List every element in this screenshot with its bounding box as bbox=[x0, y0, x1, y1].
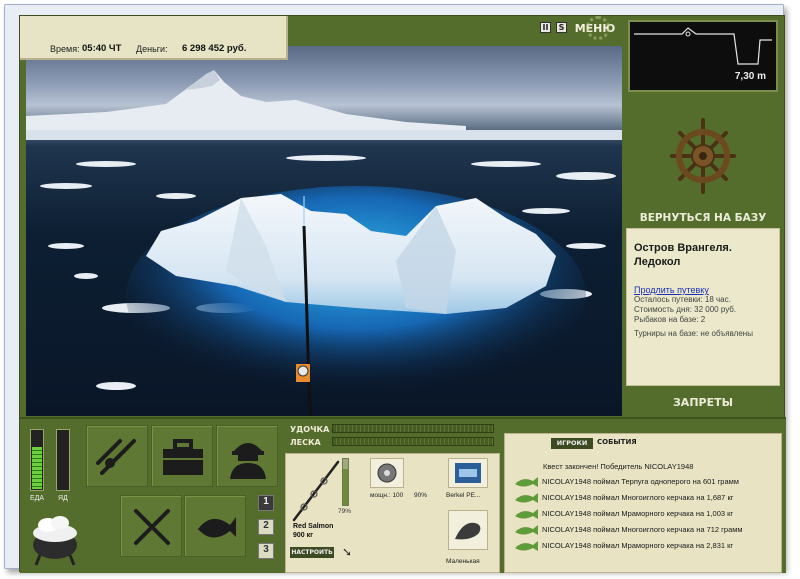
feed-item: NICOLAY1948 поймал Многоиглого керчака н… bbox=[513, 490, 779, 506]
fishing-scene[interactable] bbox=[26, 46, 622, 416]
setup-button[interactable]: НАСТРОИТЬ bbox=[290, 547, 334, 558]
tab-players[interactable]: ИГРОКИ bbox=[551, 438, 593, 449]
poison-meter bbox=[56, 429, 70, 491]
cursor-arrow-icon: ➘ bbox=[342, 545, 353, 559]
quest-message: Квест закончен! Победитель NICOLAY1948 bbox=[543, 462, 694, 471]
reel-slot[interactable] bbox=[370, 458, 404, 488]
catch-button[interactable] bbox=[184, 495, 246, 557]
line-tension-label: ЛЕСКА bbox=[290, 438, 321, 447]
food-label: ЕДА bbox=[30, 495, 45, 502]
feed-item-text: NICOLAY1948 поймал Терпуга одноперого на… bbox=[542, 477, 739, 486]
game-area: Время: 05:40 ЧТ Деньги: 6 298 452 руб. I… bbox=[19, 15, 786, 573]
tackle-box-button[interactable] bbox=[151, 425, 213, 487]
fish-icon bbox=[515, 525, 538, 535]
ship-wheel-icon[interactable] bbox=[668, 114, 738, 204]
rod-max-weight: 900 кг bbox=[293, 532, 314, 539]
feed-item-text: NICOLAY1948 поймал Многоиглого керчака н… bbox=[542, 525, 743, 534]
depth-value: 7,30 m bbox=[734, 71, 766, 82]
status-bar: Время: 05:40 ЧТ Деньги: 6 298 452 руб. bbox=[20, 16, 288, 60]
trip-remaining: Осталось путевки: 18 час. bbox=[634, 295, 731, 304]
tackle-box-icon bbox=[163, 439, 203, 475]
anglers-count: Рыбаков на базе: 2 bbox=[634, 315, 706, 324]
lure-name: Маленькая bbox=[446, 558, 480, 565]
cauldron-icon[interactable] bbox=[26, 509, 84, 569]
sound-icon[interactable]: S bbox=[556, 22, 567, 33]
rod-icon bbox=[96, 439, 136, 475]
fork-knife-icon bbox=[134, 509, 170, 545]
fish-icon bbox=[515, 477, 538, 487]
food-button[interactable] bbox=[120, 495, 182, 557]
poison-label: ЯД bbox=[58, 495, 68, 502]
lure-icon bbox=[455, 522, 481, 540]
tab-events[interactable]: СОБЫТИЯ bbox=[597, 438, 637, 446]
slot-1-button[interactable]: 1 bbox=[258, 495, 274, 511]
money-value: 6 298 452 руб. bbox=[182, 43, 247, 54]
line-slot[interactable] bbox=[448, 458, 488, 488]
fisherman-icon bbox=[230, 443, 266, 479]
tackle-button[interactable] bbox=[86, 425, 148, 487]
feed-item-text: NICOLAY1948 поймал Мраморного керчака на… bbox=[542, 509, 734, 518]
slot-3-button[interactable]: 3 bbox=[258, 543, 274, 559]
pause-icon[interactable]: II bbox=[540, 22, 551, 33]
reel-condition: 90% bbox=[414, 492, 428, 499]
return-to-base-button[interactable]: ВЕРНУТЬСЯ НА БАЗУ bbox=[628, 212, 778, 228]
rod-tension-label: УДОЧКА bbox=[290, 425, 330, 434]
time-label: Время: bbox=[50, 44, 80, 54]
fisherman-button[interactable] bbox=[216, 425, 278, 487]
rod-name: Red Salmon bbox=[293, 523, 334, 530]
feed-item: NICOLAY1948 поймал Многоиглого керчака н… bbox=[513, 522, 779, 538]
reel-icon bbox=[377, 463, 397, 483]
slot-2-button[interactable]: 2 bbox=[258, 519, 274, 535]
location-panel: Остров Врангеля. Ледокол Продлить путевк… bbox=[626, 228, 780, 386]
time-value: 05:40 ЧТ bbox=[82, 43, 122, 54]
location-title: Остров Врангеля. Ледокол bbox=[634, 242, 732, 268]
menu-button[interactable]: МЕНЮ bbox=[574, 16, 616, 40]
tackle-panel: 79% Red Salmon 900 кг НАСТРОИТЬ ➘ мощн.:… bbox=[285, 453, 500, 573]
feed-item: NICOLAY1948 поймал Терпуга одноперого на… bbox=[513, 474, 779, 490]
rod-tension-bar bbox=[332, 424, 494, 433]
fish-icon bbox=[515, 493, 538, 503]
rod-condition-fill bbox=[343, 468, 348, 505]
bans-button[interactable]: ЗАПРЕТЫ bbox=[628, 396, 778, 412]
depth-sonar: 7,30 m bbox=[628, 20, 778, 92]
float-marker-icon bbox=[685, 31, 691, 37]
food-meter bbox=[30, 429, 44, 491]
feed-item: NICOLAY1948 поймал Мраморного керчака на… bbox=[513, 538, 779, 554]
needs-meters: ЕДА ЯД bbox=[28, 429, 78, 505]
fish-icon bbox=[515, 509, 538, 519]
line-spool-icon bbox=[455, 463, 481, 483]
line-tension-bar bbox=[332, 437, 494, 446]
line-name: Berkel PE... bbox=[446, 492, 481, 499]
feed-item: NICOLAY1948 поймал Мраморного керчака на… bbox=[513, 506, 779, 522]
rod-condition: 79% bbox=[338, 508, 352, 515]
lure-slot[interactable] bbox=[448, 510, 488, 550]
day-cost: Стоимость дня: 32 000 руб. bbox=[634, 305, 737, 314]
feed-item-text: NICOLAY1948 поймал Многоиглого керчака н… bbox=[542, 493, 734, 502]
reel-power: мощн.: 100 bbox=[370, 492, 404, 499]
fish-icon bbox=[515, 541, 538, 551]
bottom-panel: ЕДА ЯД 1 2 3 УДОЧКА ЛЕСКА 79% Red Salmon… bbox=[20, 417, 786, 573]
event-feed: ИГРОКИ СОБЫТИЯ Квест закончен! Победител… bbox=[504, 433, 782, 573]
fish-icon bbox=[198, 517, 236, 538]
app-window: Время: 05:40 ЧТ Деньги: 6 298 452 руб. I… bbox=[4, 4, 786, 573]
food-level bbox=[32, 447, 42, 489]
tournaments-status: Турниры на базе: не объявлены bbox=[634, 329, 753, 338]
money-label: Деньги: bbox=[136, 44, 168, 54]
extend-trip-link[interactable]: Продлить путевку bbox=[634, 285, 773, 295]
feed-item-text: NICOLAY1948 поймал Мраморного керчака на… bbox=[542, 541, 734, 550]
rod-condition-bar bbox=[342, 458, 349, 506]
